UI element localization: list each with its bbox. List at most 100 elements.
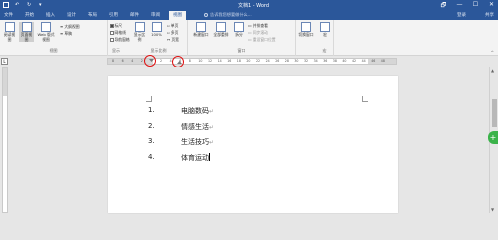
switch-windows-group: 切换窗口 (296, 20, 316, 56)
ruler-tick-label: 32 (304, 59, 309, 63)
tell-me-text: 告诉我您想要做什么... (210, 12, 252, 17)
list-text: 生活技巧↵ (181, 138, 215, 146)
arrange-all-button[interactable]: 全部重排 (212, 22, 230, 38)
split-icon (234, 22, 244, 32)
ribbon-tabs: 文件 开始 插入 设计 布局 引用 邮件 审阅 视图 告诉我您想要做什么... … (0, 10, 498, 20)
undo-icon[interactable]: ↶ (15, 2, 21, 8)
ruler-tick-label: 2 (140, 59, 143, 63)
zoom-group: 显示比例 100% ▫ 单页 ▫ 多页 ↔ 页宽 显示 显示比例 (112, 20, 188, 56)
ruler-tick-label: 4 (131, 59, 134, 63)
crop-mark-top-left (146, 96, 152, 102)
page-width-button[interactable]: ↔ 页宽 (167, 37, 179, 43)
window-group-label: 窗口 (237, 48, 246, 53)
ruler-tick-label: 14 (217, 59, 222, 63)
tab-home[interactable]: 开始 (25, 12, 34, 18)
vertical-ruler[interactable] (2, 67, 8, 213)
list-text: 情感生活↵ (181, 122, 215, 131)
macros-icon (320, 22, 330, 32)
ruler-tick-label: 28 (284, 59, 289, 63)
tab-insert[interactable]: 插入 (46, 12, 55, 18)
ruler-tick-label: 34 (313, 59, 318, 63)
paragraph-mark: ↵ (209, 139, 215, 146)
ruler-tick-label: 30 (294, 59, 299, 63)
list-number: 3. (148, 137, 155, 145)
view-side-by-side-button[interactable]: ▭ 并排查看 (248, 23, 268, 29)
ruler-tick-label: 8 (188, 59, 191, 63)
new-window-icon (196, 22, 206, 32)
text-cursor (209, 152, 210, 161)
arrange-all-icon (216, 22, 226, 32)
ruler-tick-label: 6 (121, 59, 124, 63)
split-button[interactable]: 拆分 (232, 22, 246, 38)
ruler-tick-label: 8 (112, 59, 115, 63)
tab-file[interactable]: 文件 (4, 12, 13, 18)
list-number: 2. (148, 121, 155, 130)
switch-windows-button[interactable]: 切换窗口 (298, 22, 314, 38)
ruler-bar: L 8 6 4 2 2 4 6 8 10 12 14 16 18 20 22 24 26 28 30 32 34 36 38… (0, 55, 498, 68)
views-group-label: 视图 (49, 48, 58, 53)
scroll-down-icon[interactable]: ▼ (491, 207, 494, 212)
ruler-tick-label: 42 (352, 59, 357, 63)
synchronous-scrolling-button[interactable]: ▭ 同步滚动 (248, 30, 268, 36)
ruler-tick-label: 12 (208, 59, 213, 63)
tab-mailings[interactable]: 邮件 (130, 12, 139, 18)
zoom-button[interactable]: 显示比例 (132, 22, 147, 42)
macros-group: 宏 宏 (316, 20, 334, 56)
scroll-thumb[interactable] (492, 99, 497, 127)
draft-view-button[interactable]: ≡ 草稿 (60, 31, 72, 37)
window-title: 文档1 - Word (238, 3, 270, 9)
tab-design[interactable]: 设计 (67, 12, 76, 18)
redo-icon[interactable]: ↻ (27, 2, 33, 8)
ruler-tick-label: 16 (227, 59, 232, 63)
web-layout-button[interactable]: Web 版式视图 (36, 22, 56, 42)
macros-group-label: 宏 (322, 48, 327, 53)
ruler-tick-label: 36 (323, 59, 328, 63)
web-layout-icon (41, 22, 51, 32)
crop-mark-top-right (362, 96, 368, 102)
list-number: 1. (148, 106, 155, 114)
tell-me-search[interactable]: 告诉我您想要做什么... (204, 12, 252, 18)
ruler-checkbox[interactable]: 标尺 (110, 23, 122, 29)
customize-toolbar-icon[interactable]: ▾ (39, 2, 45, 8)
save-icon[interactable] (3, 2, 9, 8)
document-canvas: 1. 电脑数码↵ 2. 情感生活↵ 3. 生活技巧↵ 4. 体育运动 (10, 67, 488, 213)
vertical-ruler-top-margin (3, 68, 7, 96)
reset-window-position-button[interactable]: ▭ 重设窗口位置 (248, 37, 276, 43)
list-text: 体育运动 (181, 152, 210, 162)
macros-button[interactable]: 宏 (318, 22, 332, 38)
horizontal-ruler[interactable]: 8 6 4 2 2 4 6 8 10 12 14 16 18 20 22 24 26 28 30 32 34 36 38 40… (107, 55, 397, 68)
window-group: 新建窗口 全部重排 拆分 ▭ 并排查看 ▭ 同步滚动 ▭ 重设窗口位置 窗口 (188, 20, 296, 56)
ruler-tick-label: 40 (342, 59, 347, 63)
document-page[interactable]: 1. 电脑数码↵ 2. 情感生活↵ 3. 生活技巧↵ 4. 体育运动 (108, 76, 398, 213)
tab-review[interactable]: 审阅 (151, 12, 160, 18)
tab-references[interactable]: 引用 (109, 12, 118, 18)
ruler-tick-label: 38 (332, 59, 337, 63)
ruler-tick-label: 20 (246, 59, 251, 63)
sign-in-link[interactable]: 登录 (457, 12, 466, 18)
multiple-pages-button[interactable]: ▫ 多页 (167, 30, 178, 36)
outline-view-button[interactable]: ≡ 大纲视图 (60, 24, 80, 30)
one-page-button[interactable]: ▫ 单页 (167, 23, 178, 29)
paragraph-mark: ↵ (209, 123, 215, 131)
gridlines-checkbox[interactable]: 网格线 (110, 30, 126, 36)
ruler-tick-label: 44 (361, 59, 366, 63)
scroll-up-icon[interactable]: ▲ (491, 68, 494, 73)
paragraph-mark: ↵ (209, 108, 215, 115)
tab-view[interactable]: 视图 (169, 11, 186, 20)
tab-layout[interactable]: 布局 (88, 12, 97, 18)
tab-selector[interactable]: L (1, 58, 8, 65)
title-bar: ↶ ↻ ▾ 文档1 - Word 🗗 — ☐ ✕ (0, 0, 498, 10)
collapse-ribbon-icon[interactable]: ^ (491, 50, 494, 55)
print-layout-button[interactable]: 页面视图 (19, 22, 34, 42)
ruler-tick-label: 26 (275, 59, 280, 63)
read-mode-button[interactable]: 阅读视图 (2, 22, 17, 42)
new-window-button[interactable]: 新建窗口 (192, 22, 210, 38)
navigation-pane-checkbox[interactable]: 导航窗格 (110, 37, 130, 43)
ruler-tick-label: 18 (236, 59, 241, 63)
share-button[interactable]: 共享 (485, 12, 494, 18)
zoom-100-button[interactable]: 100% (149, 22, 164, 38)
ruler-tick-label: 46 (371, 59, 376, 63)
list-number: 4. (148, 152, 155, 161)
ruler-tick-label: 48 (380, 59, 385, 63)
plus-icon[interactable]: + (488, 131, 498, 144)
